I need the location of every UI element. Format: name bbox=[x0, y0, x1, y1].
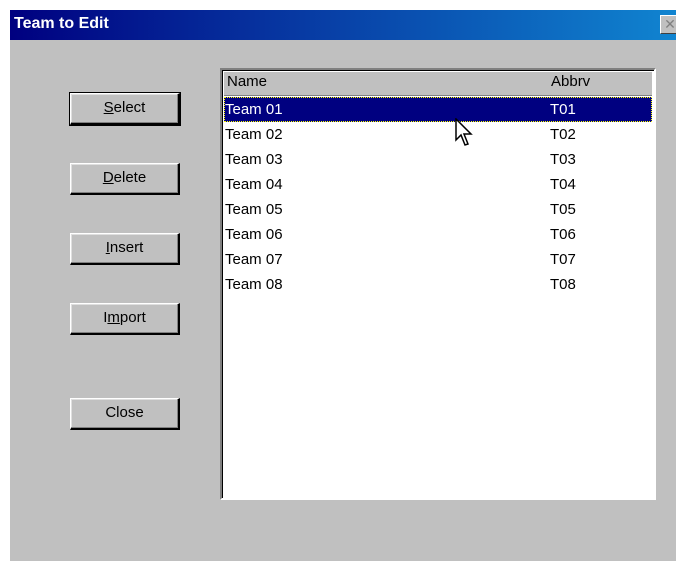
team-list[interactable]: Name Abbrv Team 01 T01 Team 02 T02 Team 03 T0… bbox=[220, 68, 656, 500]
team-name-cell: Team 03 bbox=[225, 151, 283, 168]
team-name-cell: Team 01 bbox=[225, 101, 283, 118]
team-name-cell: Team 02 bbox=[225, 126, 283, 143]
table-row[interactable]: Team 04 T04 bbox=[224, 172, 652, 197]
mouse-pointer-icon bbox=[455, 118, 473, 146]
list-header: Name Abbrv bbox=[224, 72, 652, 96]
team-abbrv-cell: T07 bbox=[550, 251, 576, 268]
team-abbrv-cell: T08 bbox=[550, 276, 576, 293]
team-to-edit-dialog: Team to Edit ✕ Select Delete Insert Impo… bbox=[10, 10, 676, 561]
close-button[interactable]: Close bbox=[70, 398, 180, 430]
table-row[interactable]: Team 02 T02 bbox=[224, 122, 652, 147]
delete-button[interactable]: Delete bbox=[70, 163, 180, 195]
team-name-cell: Team 04 bbox=[225, 176, 283, 193]
team-abbrv-cell: T05 bbox=[550, 201, 576, 218]
close-icon: ✕ bbox=[664, 16, 676, 32]
team-abbrv-cell: T02 bbox=[550, 126, 576, 143]
insert-button[interactable]: Insert bbox=[70, 233, 180, 265]
team-abbrv-cell: T04 bbox=[550, 176, 576, 193]
delete-access-key: D bbox=[102, 169, 114, 186]
team-name-cell: Team 06 bbox=[225, 226, 283, 243]
select-button[interactable]: Select bbox=[69, 92, 181, 126]
close-window-button[interactable]: ✕ bbox=[660, 15, 676, 34]
table-row[interactable]: Team 07 T07 bbox=[224, 247, 652, 272]
import-access-key: m bbox=[107, 309, 120, 326]
table-row[interactable]: Team 01 T01 bbox=[224, 97, 652, 122]
column-header-abbrv[interactable]: Abbrv bbox=[551, 73, 590, 90]
column-header-name[interactable]: Name bbox=[227, 73, 267, 90]
team-abbrv-cell: T06 bbox=[550, 226, 576, 243]
team-name-cell: Team 05 bbox=[225, 201, 283, 218]
import-button[interactable]: Import bbox=[70, 303, 180, 335]
team-name-cell: Team 07 bbox=[225, 251, 283, 268]
team-abbrv-cell: T01 bbox=[550, 101, 576, 118]
table-row[interactable]: Team 03 T03 bbox=[224, 147, 652, 172]
team-abbrv-cell: T03 bbox=[550, 151, 576, 168]
team-name-cell: Team 08 bbox=[225, 276, 283, 293]
table-row[interactable]: Team 08 T08 bbox=[224, 272, 652, 297]
table-row[interactable]: Team 05 T05 bbox=[224, 197, 652, 222]
window-title: Team to Edit bbox=[14, 15, 109, 32]
select-access-key: S bbox=[103, 99, 114, 116]
title-bar[interactable]: Team to Edit ✕ bbox=[10, 10, 676, 40]
table-row[interactable]: Team 06 T06 bbox=[224, 222, 652, 247]
